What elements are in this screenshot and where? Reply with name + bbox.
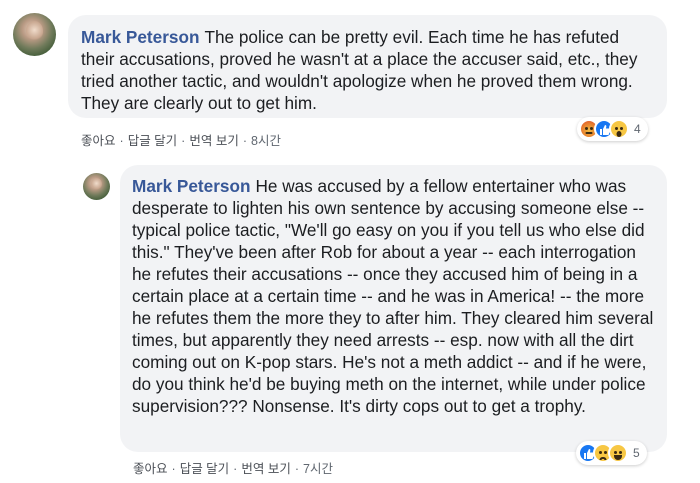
comment-text: He was accused by a fellow entertainer w… [132,176,654,416]
timestamp[interactable]: 7시간 [303,458,333,477]
separator: · [171,462,176,476]
separator: · [233,462,238,476]
separator: · [242,134,247,148]
reaction-count: 4 [634,122,641,136]
comment-author[interactable]: Mark Peterson [81,27,199,47]
comment-bubble: Mark Peterson He was accused by a fellow … [120,165,667,452]
comment-actions: 좋아요 · 답글 달기 · 번역 보기 · 8시간 [81,130,281,149]
separator: · [181,134,186,148]
comment-actions: 좋아요 · 답글 달기 · 번역 보기 · 7시간 [133,458,333,477]
reactions-summary[interactable]: 4 [577,117,648,141]
reply-link[interactable]: 답글 달기 [180,458,229,477]
reply-link[interactable]: 답글 달기 [128,130,177,149]
translate-link[interactable]: 번역 보기 [189,130,238,149]
like-link[interactable]: 좋아요 [133,458,168,477]
timestamp[interactable]: 8시간 [251,130,281,149]
reactions-summary[interactable]: 5 [576,441,647,465]
separator: · [119,134,124,148]
translate-link[interactable]: 번역 보기 [241,458,290,477]
wow-icon [609,119,629,139]
separator: · [294,462,299,476]
reaction-count: 5 [633,446,640,460]
haha-icon [608,443,628,463]
comment-author[interactable]: Mark Peterson [132,176,250,196]
commenter-avatar[interactable] [83,173,110,200]
comment-bubble: Mark Peterson The police can be pretty ev… [68,15,667,118]
commenter-avatar[interactable] [13,13,56,56]
like-link[interactable]: 좋아요 [81,130,116,149]
